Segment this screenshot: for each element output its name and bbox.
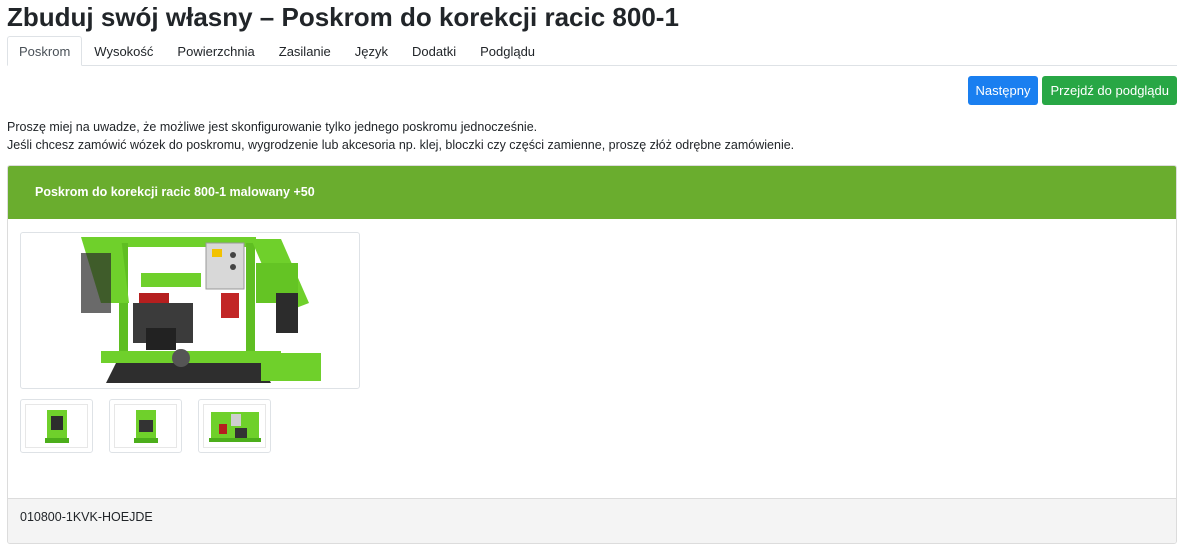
- configurator-tabs: Poskrom Wysokość Powierzchnia Zasilanie …: [7, 35, 1177, 66]
- thumbnail-back-image: [133, 410, 158, 443]
- go-to-preview-button[interactable]: Przejdź do podglądu: [1042, 76, 1177, 105]
- hoof-trimming-crate-image: [76, 235, 326, 385]
- page-title: Zbuduj swój własny – Poskrom do korekcji…: [7, 2, 679, 32]
- tab-podgladu[interactable]: Podglądu: [468, 36, 547, 66]
- product-main-image[interactable]: [20, 232, 360, 389]
- tab-powierzchnia[interactable]: Powierzchnia: [165, 36, 266, 66]
- tab-dodatki[interactable]: Dodatki: [400, 36, 468, 66]
- tab-jezyk[interactable]: Język: [343, 36, 400, 66]
- notice-line-2: Jeśli chcesz zamówić wózek do poskromu, …: [7, 138, 795, 152]
- tab-wysokosc[interactable]: Wysokość: [82, 36, 165, 66]
- product-sku: 010800-1KVK-HOEJDE: [8, 498, 1176, 543]
- thumbnail-side-image: [208, 412, 261, 442]
- next-button[interactable]: Następny: [967, 76, 1039, 105]
- configuration-notice: Proszę miej na uwadze, że możliwe jest s…: [7, 118, 794, 154]
- product-header: Poskrom do korekcji racic 800-1 malowany…: [8, 166, 1176, 219]
- product-card: Poskrom do korekcji racic 800-1 malowany…: [7, 165, 1177, 544]
- tab-poskrom[interactable]: Poskrom: [7, 36, 83, 66]
- thumbnail-back[interactable]: [109, 399, 182, 453]
- thumbnail-front[interactable]: [20, 399, 93, 453]
- notice-line-1: Proszę miej na uwadze, że możliwe jest s…: [7, 120, 538, 134]
- tab-zasilanie[interactable]: Zasilanie: [267, 36, 343, 66]
- thumbnail-front-image: [44, 410, 69, 443]
- thumbnail-strip: [20, 399, 271, 453]
- thumbnail-side[interactable]: [198, 399, 271, 453]
- toolbar: Następny Przejdź do podglądu: [967, 76, 1177, 105]
